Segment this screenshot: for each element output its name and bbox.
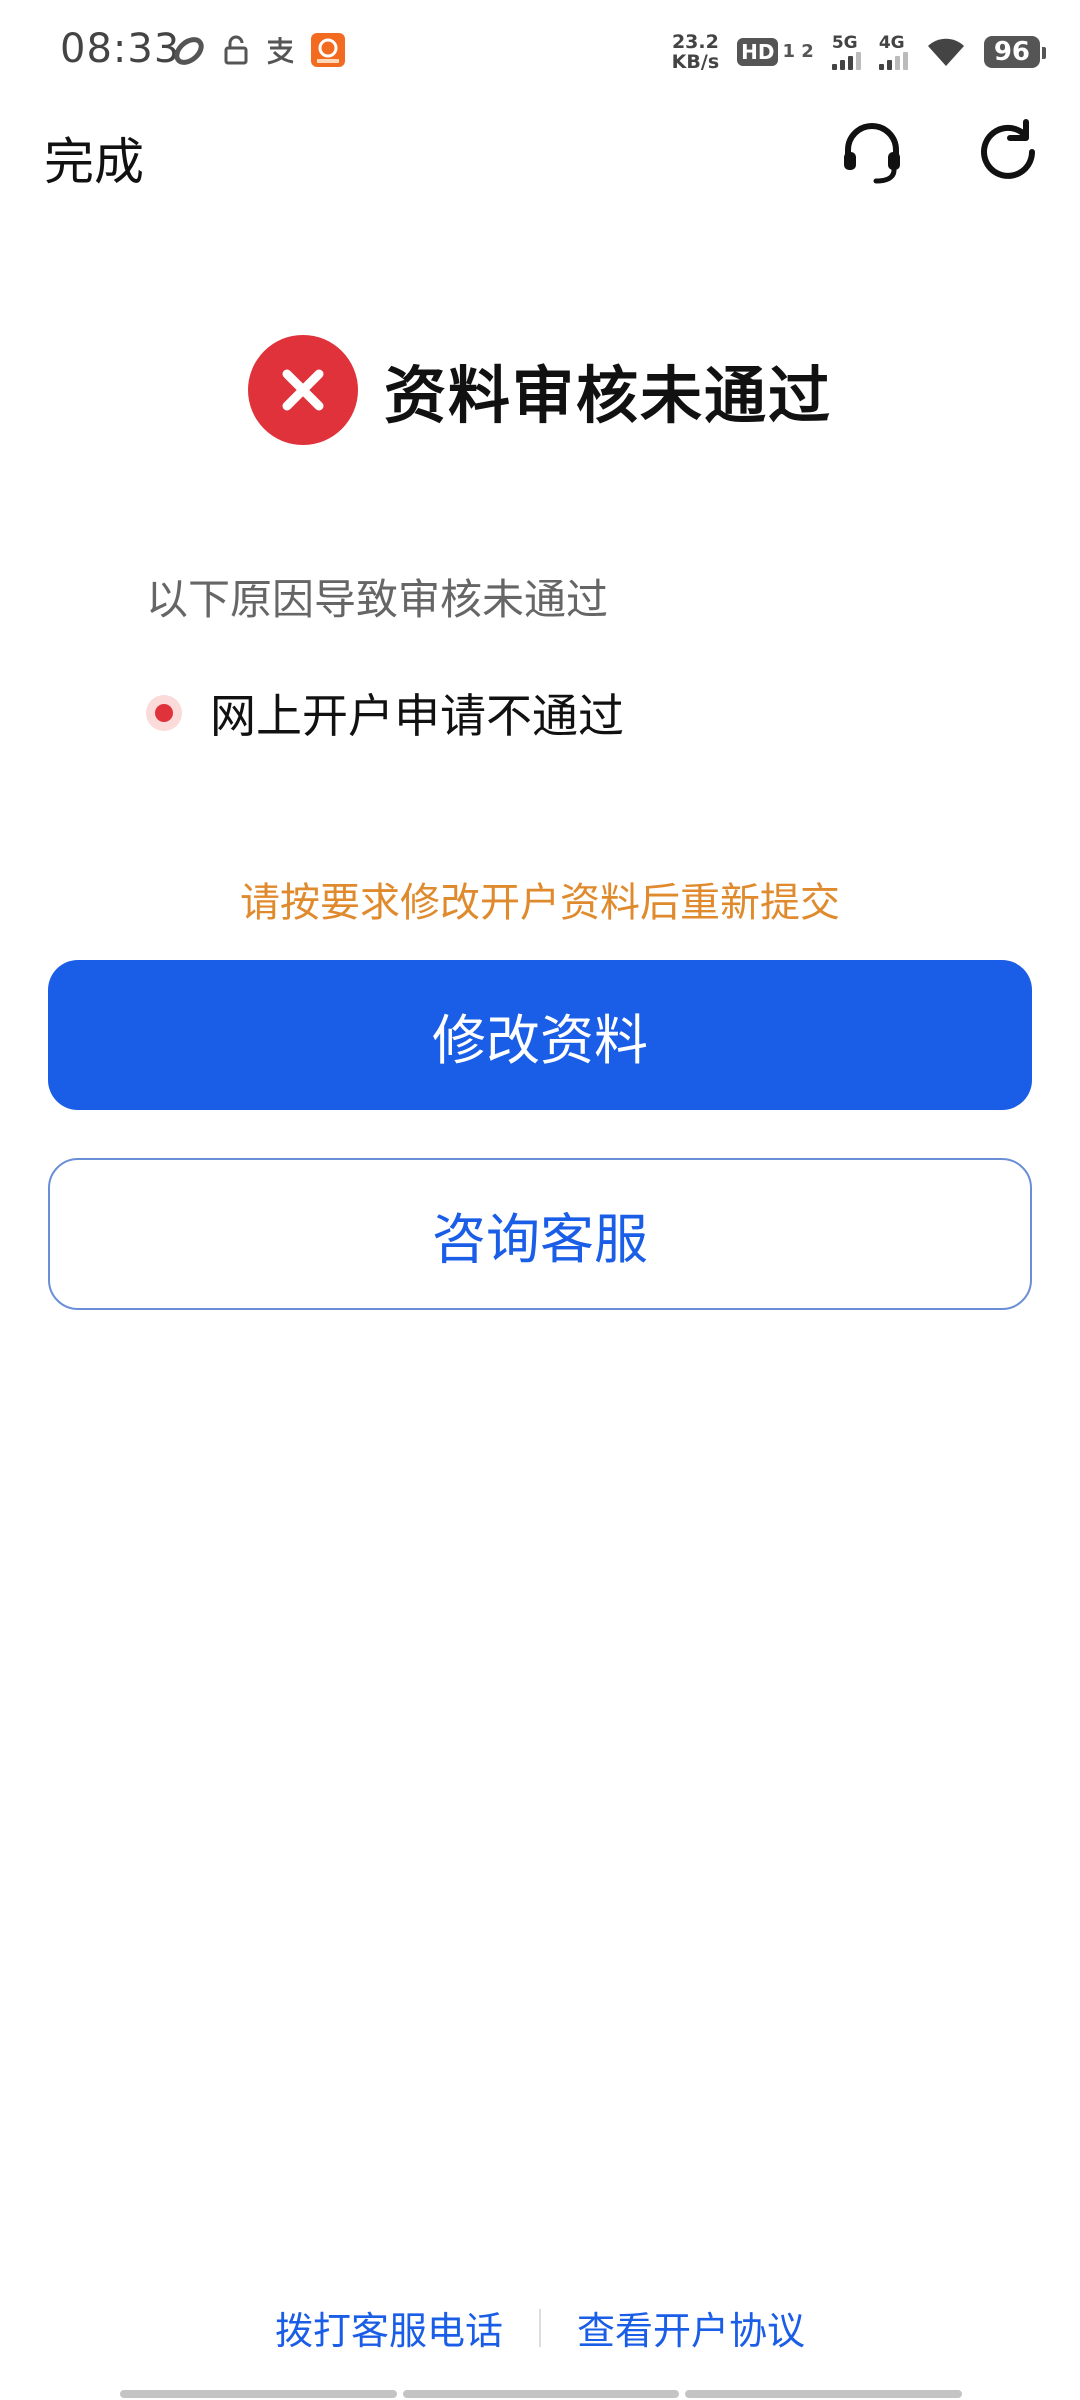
refresh-icon[interactable] [974,118,1042,186]
app-notification-icon [311,33,345,67]
footer-links: 拨打客服电话 查看开户协议 [0,2300,1080,2355]
reason-list-item: 网上开户申请不通过 [146,680,624,746]
sig2-label: 4G [878,32,905,53]
sync-icon [174,37,204,65]
net-speed-unit: KB/s [671,51,720,73]
gesture-navigation-bar[interactable] [120,2390,963,2398]
status-bar: 08:33 23.2 KB/s HD 1 2 5G 4G 96 [0,0,1080,104]
contact-support-button[interactable]: 咨询客服 [48,1158,1032,1310]
unlock-icon [224,35,248,65]
signal-4g-icon: 4G [878,32,908,70]
headset-icon[interactable] [838,118,906,186]
result-title: 资料审核未通过 [383,359,832,432]
alipay-icon [267,37,294,65]
reason-text: 网上开户申请不通过 [210,689,624,743]
call-support-link[interactable]: 拨打客服电话 [239,2300,539,2355]
resubmit-hint: 请按要求修改开户资料后重新提交 [240,880,840,926]
signal-5g-icon: 5G [831,32,861,70]
battery-icon: 96 [983,36,1047,68]
view-agreement-link[interactable]: 查看开户协议 [541,2300,841,2355]
wifi-icon [927,38,964,66]
hd-sim-index: 1 2 [782,41,814,62]
close-icon [247,335,358,445]
sig1-label: 5G [831,32,858,53]
status-time: 08:33 [60,26,181,72]
status-right: 23.2 KB/s HD 1 2 5G 4G 96 [672,30,1047,74]
network-speed: 23.2 KB/s [672,32,719,72]
bullet-dot-icon [146,695,182,731]
hd-icon: HD [737,38,779,66]
net-speed-value: 23.2 [671,31,719,53]
reason-intro: 以下原因导致审核未通过 [146,575,609,624]
top-navigation: 完成 [0,104,1080,204]
modify-info-button[interactable]: 修改资料 [48,960,1032,1110]
done-button[interactable]: 完成 [44,122,144,194]
result-heading: 资料审核未通过 [0,330,1080,450]
